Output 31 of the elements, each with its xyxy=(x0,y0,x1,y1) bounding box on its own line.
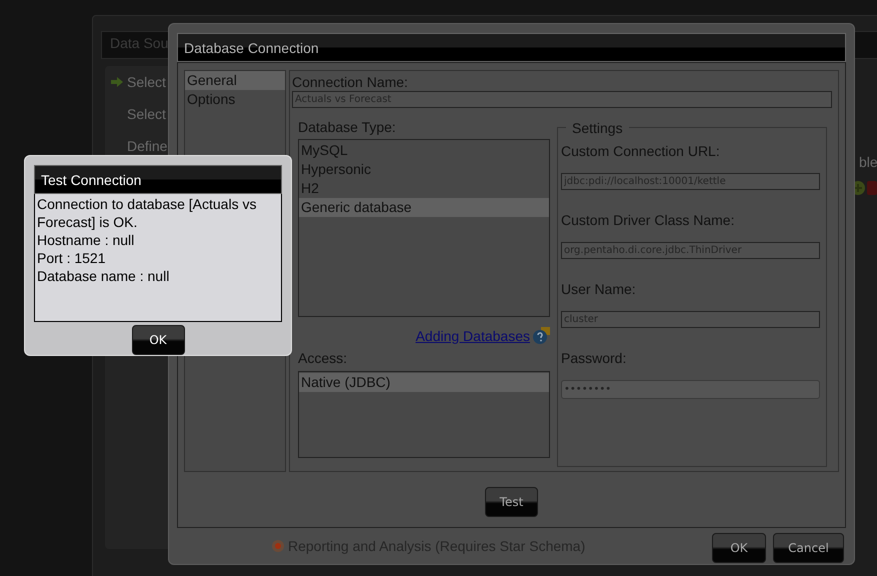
dialog-button[interactable]: Cancel xyxy=(773,533,844,563)
list-item[interactable]: Native (JDBC) xyxy=(299,373,549,392)
field-label: Database Type: xyxy=(298,118,397,136)
message-text: Hostname : null xyxy=(37,231,136,249)
field-label: Access: xyxy=(298,349,348,367)
message-text: Connection to database [Actuals vs Forecast] is OK. xyxy=(37,195,258,231)
step-label[interactable]: Select xyxy=(127,106,166,122)
list-item[interactable]: H2 xyxy=(299,179,549,198)
field-label: Connection Name: xyxy=(292,73,409,91)
step-label[interactable]: Select xyxy=(127,74,166,90)
window-title: Test Connection xyxy=(34,165,282,194)
list-item[interactable]: Hypersonic xyxy=(299,160,549,179)
help-icon[interactable] xyxy=(533,327,550,344)
message-text: Database name : null xyxy=(37,267,170,285)
list-item[interactable]: Generic database xyxy=(299,198,549,217)
field-label: Password: xyxy=(561,349,628,367)
ok-button[interactable]: OK xyxy=(132,325,184,355)
window-title: Database Connection xyxy=(177,33,846,62)
field-label: Custom Connection URL: xyxy=(561,142,721,160)
help-link[interactable]: Adding Databases xyxy=(416,328,530,344)
test-button[interactable]: Test xyxy=(484,487,538,517)
message-text: Port : 1521 xyxy=(37,249,106,267)
field-label: User Name: xyxy=(561,280,637,298)
tables-label: ble xyxy=(859,154,877,170)
list-item[interactable]: MySQL xyxy=(299,141,549,160)
field-label: Custom Driver Class Name: xyxy=(561,211,736,229)
section-item[interactable]: General xyxy=(185,71,285,90)
step-label[interactable]: Define xyxy=(127,138,168,154)
section-item[interactable]: Options xyxy=(185,90,285,109)
password-field[interactable]: •••••••• xyxy=(561,380,820,399)
dialog-button[interactable]: OK xyxy=(712,533,766,563)
